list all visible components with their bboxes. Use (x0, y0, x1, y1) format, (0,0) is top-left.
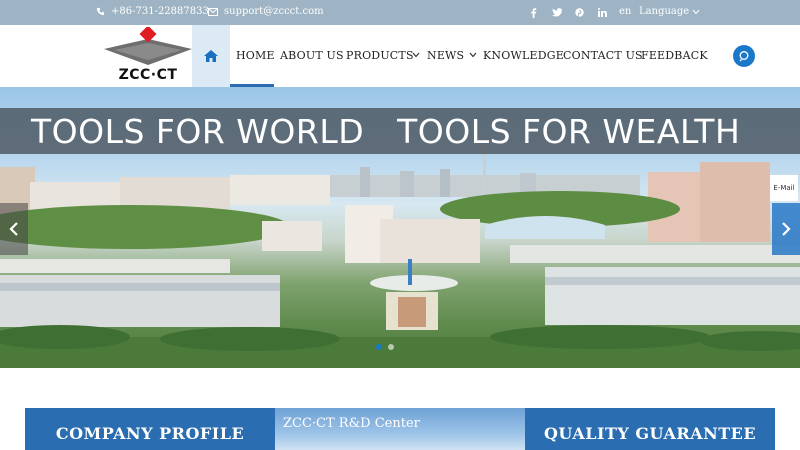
top-info-bar: +86-731-22887833 support@zccct.com en La… (0, 0, 800, 25)
nav-knowledge[interactable]: KNOWLEDGE (483, 49, 564, 62)
quality-guarantee-card[interactable]: QUALITY GUARANTEE (525, 408, 775, 450)
news-chevron-down-icon[interactable] (469, 52, 477, 58)
rd-center-card[interactable]: ZCC·CT R&D Center (275, 408, 525, 450)
email-contact[interactable]: support@zccct.com (208, 6, 324, 17)
products-chevron-down-icon[interactable] (412, 52, 420, 58)
home-nav-button[interactable] (192, 25, 230, 87)
language-code[interactable]: en (619, 6, 631, 17)
nav-home[interactable]: HOME (236, 49, 275, 62)
email-address: support@zccct.com (224, 6, 324, 17)
phone-number: +86-731-22887833 (111, 6, 209, 17)
search-icon (739, 51, 749, 62)
company-logo[interactable]: ZCC·CT (104, 27, 192, 83)
banner-next-button[interactable] (772, 203, 800, 255)
search-button[interactable] (733, 45, 755, 67)
mail-icon (208, 7, 218, 16)
phone-contact[interactable]: +86-731-22887833 (96, 6, 209, 17)
chevron-right-icon (782, 222, 791, 236)
language-selector[interactable]: Language (639, 6, 700, 17)
company-profile-title: COMPANY PROFILE (55, 424, 245, 443)
nav-products[interactable]: PRODUCTS (346, 49, 414, 62)
slide-indicators (376, 344, 394, 350)
facebook-icon[interactable] (530, 8, 537, 18)
banner-prev-button[interactable] (0, 203, 28, 255)
slide-dot[interactable] (376, 344, 382, 350)
pinterest-icon[interactable] (575, 8, 584, 18)
phone-icon (96, 7, 105, 16)
language-label: Language (639, 6, 690, 17)
nav-news[interactable]: NEWS (427, 49, 464, 62)
hero-banner: TOOLS FOR WORLD TOOLS FOR WEALTH E-Mail (0, 87, 800, 368)
email-side-tab[interactable]: E-Mail (770, 175, 798, 201)
banner-slogan: TOOLS FOR WORLD TOOLS FOR WEALTH (31, 112, 741, 151)
nav-about-us[interactable]: ABOUT US (280, 49, 344, 62)
site-header: ZCC·CT HOME ABOUT US PRODUCTS NEWS KNOWL… (0, 25, 800, 87)
rd-center-caption: ZCC·CT R&D Center (283, 416, 420, 431)
nav-feedback[interactable]: FEEDBACK (641, 49, 708, 62)
home-icon (204, 50, 218, 62)
twitter-icon[interactable] (552, 8, 562, 17)
chevron-down-icon (692, 9, 700, 14)
company-profile-card[interactable]: COMPANY PROFILE (25, 408, 275, 450)
linkedin-icon[interactable] (598, 8, 607, 17)
logo-text: ZCC·CT (118, 67, 178, 83)
quality-guarantee-title: QUALITY GUARANTEE (543, 424, 757, 443)
logo-mark (104, 27, 192, 65)
slide-dot[interactable] (388, 344, 394, 350)
nav-contact-us[interactable]: CONTACT US (563, 49, 643, 62)
chevron-left-icon (9, 222, 18, 236)
